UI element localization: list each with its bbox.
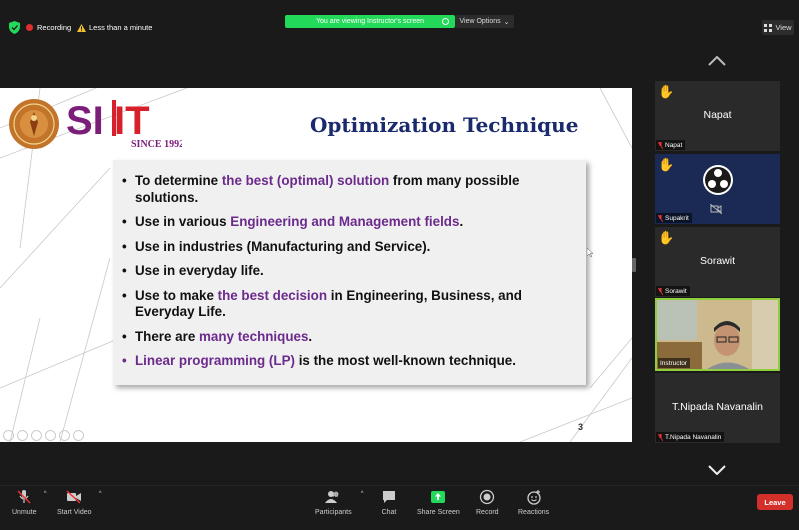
shield-icon[interactable] [9, 21, 20, 34]
warning-icon [77, 23, 86, 32]
university-seal-logo [9, 99, 59, 149]
bullet-item: There are many techniques. [121, 329, 578, 346]
slide-pen-icon[interactable] [31, 430, 42, 441]
participant-tile[interactable]: ✋ Supakrit [655, 154, 780, 224]
share-screen-button[interactable]: Share Screen [417, 489, 460, 516]
logo-year-text: SINCE 1992 [131, 139, 182, 150]
slideshow-controls [3, 430, 84, 441]
video-options-caret-icon[interactable]: ^ [99, 491, 102, 497]
svg-text:SI: SI [66, 99, 104, 143]
slide-next-icon[interactable] [17, 430, 28, 441]
start-video-label: Start Video [57, 509, 92, 516]
participant-name-label: Instructor [658, 358, 691, 368]
muted-mic-icon [658, 433, 663, 441]
bullet-item: Use in industries (Manufacturing and Ser… [121, 239, 578, 256]
bullet-item: To determine the best (optimal) solution… [121, 173, 578, 206]
svg-text:IT: IT [114, 99, 150, 143]
slide-content-box: To determine the best (optimal) solution… [113, 160, 586, 385]
bullet-item: Use in various Engineering and Managemen… [121, 214, 578, 231]
reactions-label: Reactions [518, 509, 550, 516]
slide-grid-icon[interactable] [45, 430, 56, 441]
duration-warning-label: Less than a minute [89, 23, 153, 32]
participant-name-label: T.Nipada Navanalin [656, 432, 725, 442]
bullet-list: To determine the best (optimal) solution… [121, 173, 578, 378]
participant-name-label: Napat [656, 140, 686, 150]
start-video-button[interactable]: Start Video ^ [57, 489, 102, 516]
participant-tile[interactable]: ✋ Sorawit Sorawit [655, 227, 780, 297]
view-options-label: View Options [459, 18, 501, 25]
participant-display-name: Sorawit [699, 255, 735, 267]
muted-mic-icon [658, 141, 663, 149]
meeting-top-bar: Recording Less than a minute You are vie… [0, 0, 799, 40]
record-label: Record [476, 509, 499, 516]
unmute-label: Unmute [12, 509, 37, 516]
raised-hand-icon: ✋ [658, 157, 675, 172]
slide-more-icon[interactable] [73, 430, 84, 441]
view-button-label: View [775, 23, 792, 32]
reactions-icon [526, 490, 541, 505]
video-off-icon [66, 490, 82, 504]
raised-hand-icon: ✋ [658, 230, 675, 245]
participants-label: Participants [315, 509, 352, 516]
participants-button[interactable]: 48 Participants ^ [315, 489, 364, 516]
duration-warning: Less than a minute [77, 20, 152, 35]
slide-page-number: 3 [578, 422, 584, 432]
record-icon [480, 489, 495, 505]
participant-display-name: Napat [703, 109, 732, 121]
raised-hand-icon: ✋ [658, 84, 675, 99]
audio-options-caret-icon[interactable]: ^ [44, 491, 47, 497]
participants-count: 48 [331, 492, 339, 499]
siit-logo: SI IT SINCE 1992 [66, 99, 182, 150]
bullet-item: Use to make the best decision in Enginee… [121, 288, 578, 321]
record-button[interactable]: Record [476, 489, 499, 516]
recording-dot-icon [26, 24, 33, 31]
obs-logo-icon [703, 165, 733, 195]
leave-meeting-button[interactable]: Leave [757, 494, 793, 510]
slide-zoom-icon[interactable] [59, 430, 70, 441]
share-screen-label: Share Screen [417, 509, 460, 516]
video-off-icon [710, 204, 722, 214]
screen-status-icon [442, 18, 449, 25]
participants-options-caret-icon[interactable]: ^ [361, 491, 364, 497]
share-screen-icon [431, 491, 446, 503]
panel-resize-handle[interactable] [632, 258, 636, 272]
recording-label: Recording [37, 23, 72, 32]
chevron-down-icon: ⌄ [503, 18, 510, 26]
meeting-toolbar: Unmute ^ Start Video ^ 48 Participants ^… [0, 485, 799, 530]
chat-icon [383, 491, 395, 503]
participant-name-label: Supakrit [656, 213, 692, 223]
participant-tile[interactable]: T.Nipada Navanalin T.Nipada Navanalin [655, 373, 780, 443]
viewing-screen-banner: You are viewing Instructor's screen [285, 15, 455, 28]
bullet-item: Use in everyday life. [121, 263, 578, 280]
muted-microphone-icon [17, 490, 31, 504]
participant-name-label: Sorawit [656, 286, 690, 296]
grid-icon [764, 23, 773, 32]
gallery-scroll-up-icon[interactable] [708, 56, 726, 66]
shared-screen-slide[interactable]: SI IT SINCE 1992 Optimization Technique … [0, 88, 632, 442]
recording-indicator[interactable]: Recording [26, 20, 71, 35]
view-options-button[interactable]: View Options ⌄ [455, 15, 514, 28]
active-speaker-tile[interactable]: Instructor [655, 298, 780, 371]
bullet-item: Linear programming (LP) is the most well… [121, 353, 578, 370]
chat-label: Chat [381, 509, 397, 516]
slide-title: Optimization Technique [310, 113, 579, 137]
muted-mic-icon [658, 287, 663, 295]
participant-tile[interactable]: ✋ Napat Napat [655, 81, 780, 151]
participant-display-name: T.Nipada Navanalin [671, 401, 764, 413]
view-button[interactable]: View [762, 20, 794, 35]
viewing-banner-text: You are viewing Instructor's screen [315, 18, 425, 25]
slide-prev-icon[interactable] [3, 430, 14, 441]
reactions-button[interactable]: Reactions [518, 489, 549, 516]
chat-button[interactable]: Chat [381, 489, 397, 516]
unmute-button[interactable]: Unmute ^ [12, 489, 47, 516]
gallery-scroll-down-icon[interactable] [708, 465, 726, 475]
mouse-cursor-icon [587, 248, 593, 257]
muted-mic-icon [658, 214, 663, 222]
